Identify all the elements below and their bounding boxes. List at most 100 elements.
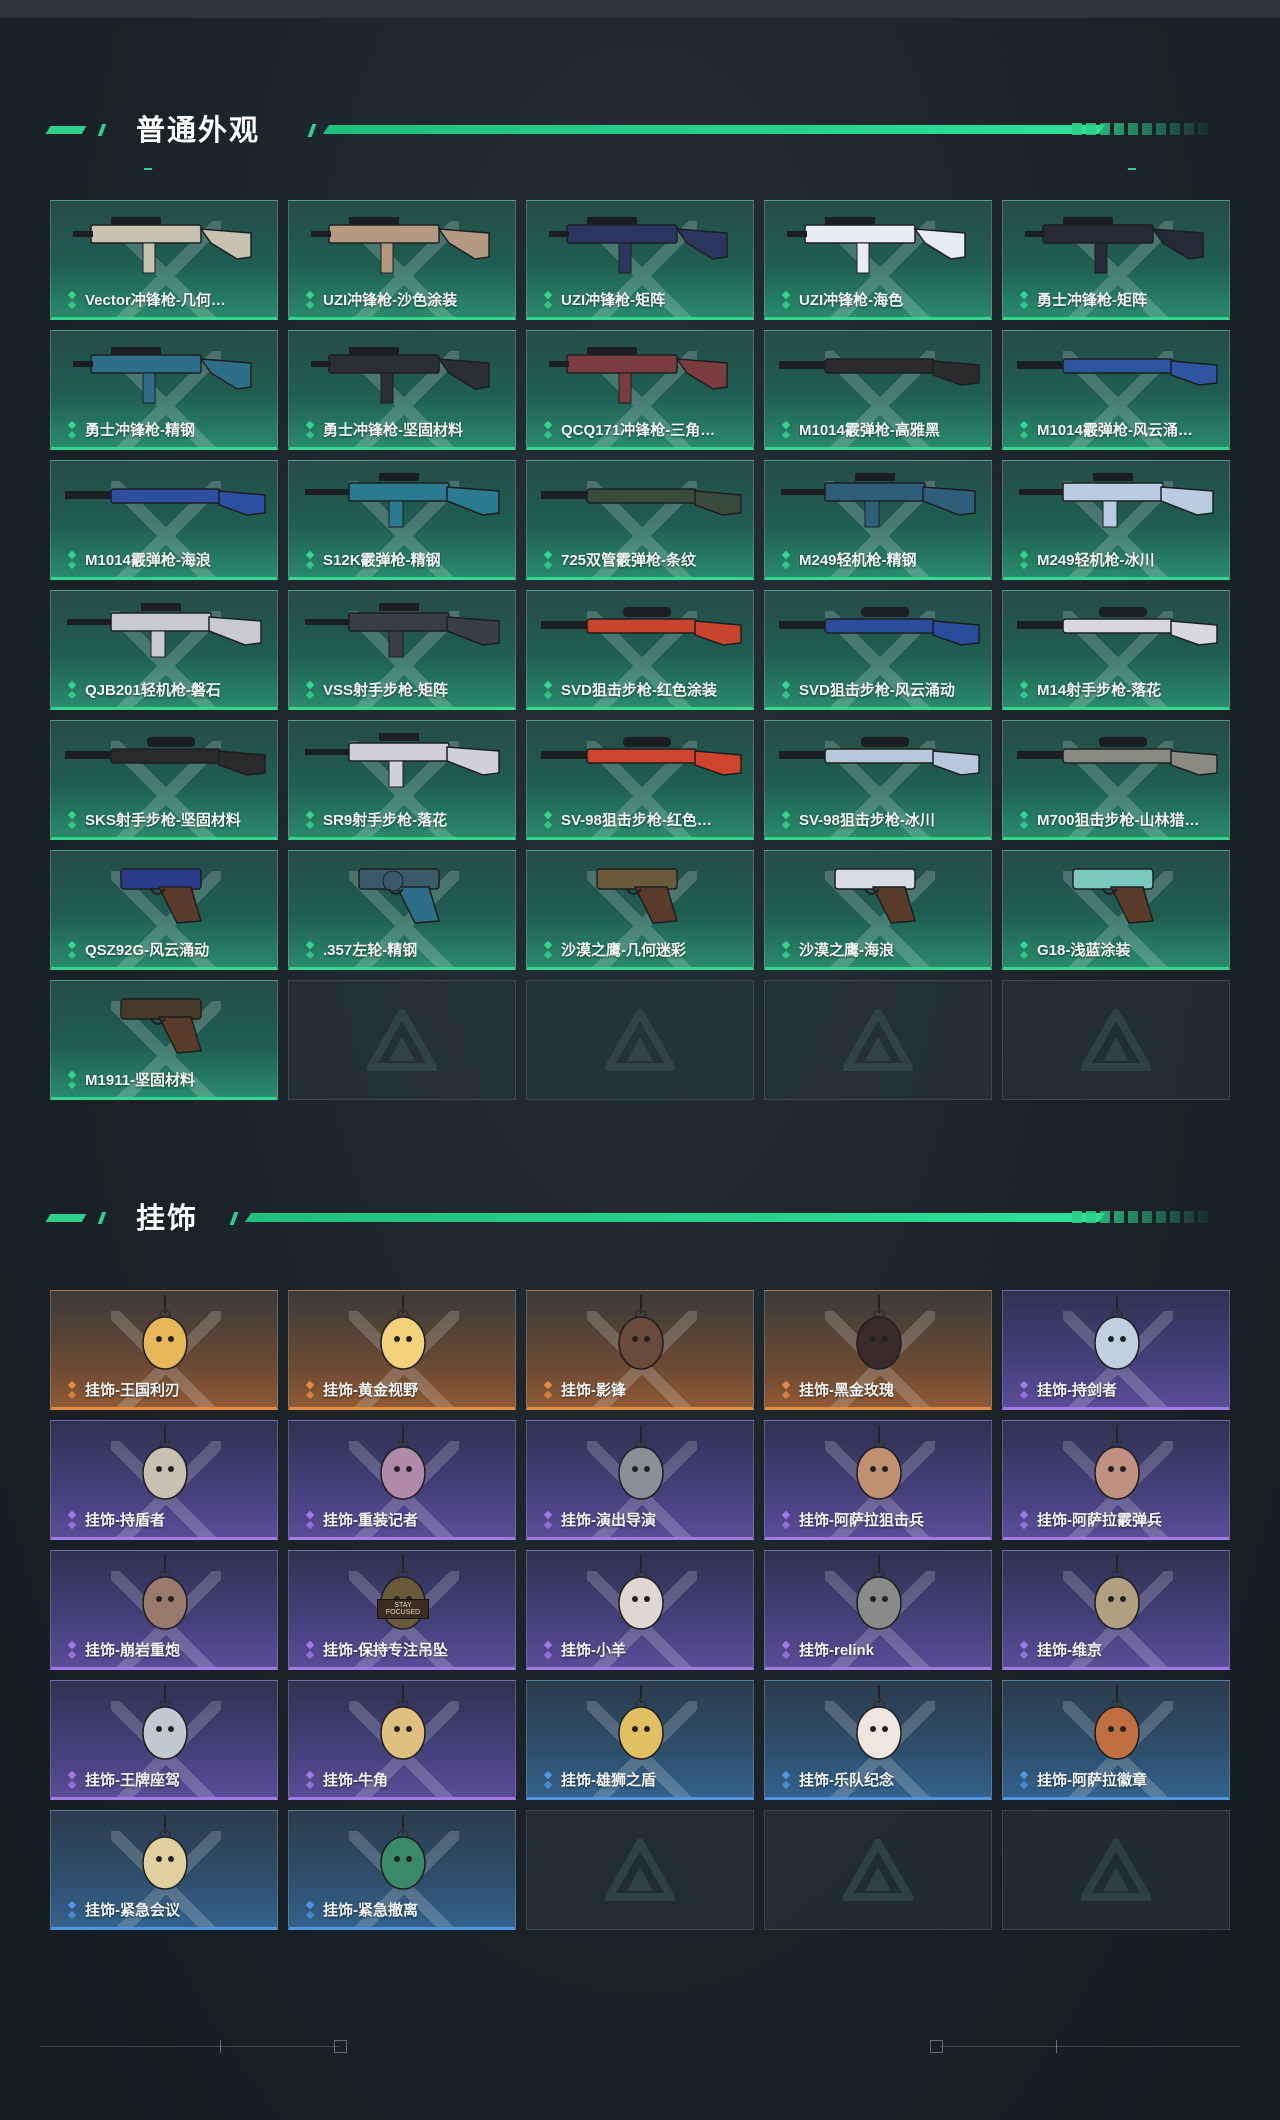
item-name: 挂饰-王国利刃 <box>85 1382 180 1399</box>
weapon-skin-card[interactable]: M1014霰弹枪-海浪 <box>50 460 278 580</box>
charm-card[interactable]: 挂饰-阿萨拉狙击兵 <box>764 1420 992 1540</box>
item-label: 沙漠之鹰-几何迷彩 <box>541 941 745 961</box>
item-name: M1911-坚固材料 <box>85 1072 196 1089</box>
item-name: M249轻机枪-精钢 <box>799 552 917 569</box>
item-label: UZI冲锋枪-矩阵 <box>541 291 745 311</box>
item-name: 挂饰-乐队纪念 <box>799 1772 894 1789</box>
charm-card[interactable]: 挂饰-影锋 <box>526 1290 754 1410</box>
weapon-image <box>1025 217 1204 274</box>
weapon-skin-card[interactable]: M249轻机枪-冰川 <box>1002 460 1230 580</box>
weapon-skin-card[interactable]: 沙漠之鹰-海浪 <box>764 850 992 970</box>
charm-image <box>856 1295 902 1370</box>
charm-card[interactable]: 挂饰-持剑者 <box>1002 1290 1230 1410</box>
weapon-skin-card[interactable]: SVD狙击步枪-风云涌动 <box>764 590 992 710</box>
rarity-icon <box>305 681 315 700</box>
weapon-skin-card[interactable]: S12K霰弹枪-精钢 <box>288 460 516 580</box>
charm-card[interactable]: 挂饰-小羊 <box>526 1550 754 1670</box>
weapon-skin-card[interactable]: M1911-坚固材料 <box>50 980 278 1100</box>
rarity-icon <box>1019 291 1029 310</box>
item-label: .357左轮-精钢 <box>303 941 507 961</box>
weapon-skin-card[interactable]: UZI冲锋枪-海色 <box>764 200 992 320</box>
weapon-skin-card[interactable]: UZI冲锋枪-沙色涂装 <box>288 200 516 320</box>
rarity-icon <box>305 421 315 440</box>
weapon-skin-card[interactable]: 勇士冲锋枪-精钢 <box>50 330 278 450</box>
weapon-skin-card[interactable]: .357左轮-精钢 <box>288 850 516 970</box>
item-name: .357左轮-精钢 <box>323 942 418 959</box>
weapon-skin-card[interactable]: SV-98狙击步枪-红色… <box>526 720 754 840</box>
item-name: SV-98狙击步枪-冰川 <box>799 812 935 829</box>
weapon-skin-card[interactable]: SR9射手步枪-落花 <box>288 720 516 840</box>
charm-image <box>1094 1295 1140 1370</box>
weapon-image <box>781 473 976 528</box>
placeholder-logo <box>1081 1839 1151 1901</box>
charm-card[interactable]: 挂饰-崩岩重炮 <box>50 1550 278 1670</box>
item-label: M249轻机枪-精钢 <box>779 551 983 571</box>
rarity-icon <box>67 1511 77 1530</box>
charm-card[interactable]: 挂饰-黑金玫瑰 <box>764 1290 992 1410</box>
charm-card[interactable]: 挂饰-王国利刃 <box>50 1290 278 1410</box>
charm-card[interactable]: 挂饰-紧急撤离 <box>288 1810 516 1930</box>
rarity-icon <box>67 421 77 440</box>
item-name: G18-浅蓝涂装 <box>1037 942 1131 959</box>
charm-card[interactable]: STAY FOCUSED 挂饰-保持专注吊坠 <box>288 1550 516 1670</box>
weapon-image <box>65 488 266 516</box>
weapon-image <box>358 868 440 924</box>
charm-card[interactable]: 挂饰-阿萨拉霰弹兵 <box>1002 1420 1230 1540</box>
weapon-image <box>541 488 742 516</box>
weapon-skin-card[interactable]: M1014霰弹枪-风云涌… <box>1002 330 1230 450</box>
item-label: SKS射手步枪-坚固材料 <box>65 811 269 831</box>
item-name: M1014霰弹枪-高雅黑 <box>799 422 940 439</box>
empty-slot <box>526 980 754 1100</box>
weapon-skin-card[interactable]: M1014霰弹枪-高雅黑 <box>764 330 992 450</box>
item-name: 挂饰-黄金视野 <box>323 1382 418 1399</box>
item-name: 挂饰-雄狮之盾 <box>561 1772 656 1789</box>
charm-card[interactable]: 挂饰-雄狮之盾 <box>526 1680 754 1800</box>
weapon-skin-card[interactable]: M700狙击步枪-山林猎… <box>1002 720 1230 840</box>
item-label: 挂饰-阿萨拉徽章 <box>1017 1771 1221 1791</box>
weapon-skin-card[interactable]: QSZ92G-风云涌动 <box>50 850 278 970</box>
weapon-skin-card[interactable]: SVD狙击步枪-红色涂装 <box>526 590 754 710</box>
rarity-icon <box>1019 681 1029 700</box>
weapon-skin-card[interactable]: QCQ171冲锋枪-三角… <box>526 330 754 450</box>
charm-card[interactable]: 挂饰-牛角 <box>288 1680 516 1800</box>
weapon-skin-card[interactable]: 沙漠之鹰-几何迷彩 <box>526 850 754 970</box>
weapon-skin-card[interactable]: Vector冲锋枪-几何… <box>50 200 278 320</box>
weapon-skin-card[interactable]: VSS射手步枪-矩阵 <box>288 590 516 710</box>
weapon-skin-card[interactable]: M14射手步枪-落花 <box>1002 590 1230 710</box>
item-name: 挂饰-紧急撤离 <box>323 1902 418 1919</box>
weapon-image <box>120 868 202 924</box>
weapon-skin-card[interactable]: 勇士冲锋枪-矩阵 <box>1002 200 1230 320</box>
rarity-icon <box>781 681 791 700</box>
rarity-icon <box>543 291 553 310</box>
charm-card[interactable]: 挂饰-重装记者 <box>288 1420 516 1540</box>
charm-card[interactable]: 挂饰-王牌座驾 <box>50 1680 278 1800</box>
charm-card[interactable]: 挂饰-黄金视野 <box>288 1290 516 1410</box>
weapon-skin-card[interactable]: UZI冲锋枪-矩阵 <box>526 200 754 320</box>
rarity-icon <box>781 1641 791 1660</box>
empty-slot <box>1002 1810 1230 1930</box>
charm-card[interactable]: 挂饰-乐队纪念 <box>764 1680 992 1800</box>
charm-image <box>856 1425 902 1500</box>
rarity-icon <box>305 1381 315 1400</box>
weapon-skin-card[interactable]: 725双管霰弹枪-条纹 <box>526 460 754 580</box>
weapon-skin-card[interactable]: SV-98狙击步枪-冰川 <box>764 720 992 840</box>
weapon-skin-card[interactable]: M249轻机枪-精钢 <box>764 460 992 580</box>
rarity-icon <box>1019 1511 1029 1530</box>
charm-card[interactable]: 挂饰-阿萨拉徽章 <box>1002 1680 1230 1800</box>
charm-card[interactable]: 挂饰-维京 <box>1002 1550 1230 1670</box>
charm-card[interactable]: 挂饰-紧急会议 <box>50 1810 278 1930</box>
charm-card[interactable]: 挂饰-演出导演 <box>526 1420 754 1540</box>
rarity-icon <box>67 811 77 830</box>
charm-card[interactable]: 挂饰-持盾者 <box>50 1420 278 1540</box>
weapon-skin-card[interactable]: SKS射手步枪-坚固材料 <box>50 720 278 840</box>
weapon-skin-card[interactable]: QJB201轻机枪-磐石 <box>50 590 278 710</box>
weapon-skin-card[interactable]: G18-浅蓝涂装 <box>1002 850 1230 970</box>
item-label: 挂饰-阿萨拉狙击兵 <box>779 1511 983 1531</box>
footer-line <box>940 2046 1240 2047</box>
weapon-image <box>120 998 202 1054</box>
charm-card[interactable]: 挂饰-relink <box>764 1550 992 1670</box>
item-label: 挂饰-崩岩重炮 <box>65 1641 269 1661</box>
item-name: 挂饰-持盾者 <box>85 1512 165 1529</box>
item-label: M249轻机枪-冰川 <box>1017 551 1221 571</box>
weapon-skin-card[interactable]: 勇士冲锋枪-坚固材料 <box>288 330 516 450</box>
